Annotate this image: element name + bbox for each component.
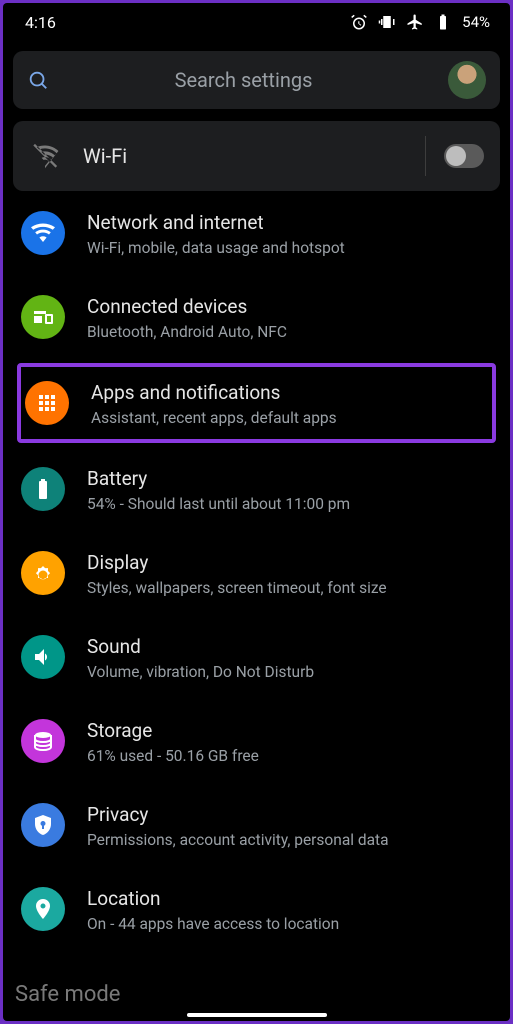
brightness-icon [21,551,65,595]
apps-icon [25,381,69,425]
item-title: Apps and notifications [91,381,488,404]
settings-item-brightness[interactable]: Display Styles, wallpapers, screen timeou… [3,531,510,615]
settings-item-devices[interactable]: Connected devices Bluetooth, Android Auto… [3,275,510,359]
item-subtitle: Styles, wallpapers, screen timeout, font… [87,579,492,597]
status-bar: 4:16 54% [3,3,510,41]
settings-item-storage[interactable]: Storage 61% used - 50.16 GB free [3,699,510,783]
battery-icon [434,13,452,31]
item-title: Location [87,887,492,910]
battery-icon [21,467,65,511]
divider [425,136,426,176]
airplane-icon [406,13,424,31]
item-subtitle: Assistant, recent apps, default apps [91,409,488,427]
item-subtitle: Volume, vibration, Do Not Disturb [87,663,492,681]
battery-percentage: 54% [462,13,490,31]
location-icon [21,887,65,931]
item-subtitle: Bluetooth, Android Auto, NFC [87,323,492,341]
item-title: Battery [87,467,492,490]
privacy-icon [21,803,65,847]
item-title: Connected devices [87,295,492,318]
item-subtitle: Wi-Fi, mobile, data usage and hotspot [87,239,492,257]
wifi-icon [21,211,65,255]
item-title: Network and internet [87,211,492,234]
wifi-toggle[interactable] [444,144,484,168]
devices-icon [21,295,65,339]
settings-item-privacy[interactable]: Privacy Permissions, account activity, pe… [3,783,510,867]
settings-item-battery[interactable]: Battery 54% - Should last until about 11:… [3,447,510,531]
settings-item-wifi[interactable]: Network and internet Wi-Fi, mobile, data … [3,191,510,275]
item-subtitle: On - 44 apps have access to location [87,915,492,933]
wifi-off-icon [31,142,59,170]
search-bar[interactable]: Search settings [13,51,500,109]
search-icon [27,69,49,91]
sound-icon [21,635,65,679]
safe-mode-label: Safe mode [15,982,120,1007]
settings-item-location[interactable]: Location On - 44 apps have access to loca… [3,867,510,951]
vibrate-icon [378,13,396,31]
item-subtitle: Permissions, account activity, personal … [87,831,492,849]
item-title: Sound [87,635,492,658]
storage-icon [21,719,65,763]
item-subtitle: 54% - Should last until about 11:00 pm [87,495,492,513]
alarm-icon [350,13,368,31]
item-title: Display [87,551,492,574]
profile-avatar[interactable] [448,61,486,99]
settings-list: Network and internet Wi-Fi, mobile, data … [3,191,510,951]
wifi-card[interactable]: Wi-Fi [13,121,500,191]
wifi-label: Wi-Fi [83,144,411,168]
status-time: 4:16 [25,13,56,32]
nav-handle[interactable] [187,1013,327,1017]
settings-item-apps[interactable]: Apps and notifications Assistant, recent … [17,363,496,443]
search-placeholder: Search settings [49,68,448,92]
item-title: Privacy [87,803,492,826]
item-subtitle: 61% used - 50.16 GB free [87,747,492,765]
item-title: Storage [87,719,492,742]
settings-item-sound[interactable]: Sound Volume, vibration, Do Not Disturb [3,615,510,699]
